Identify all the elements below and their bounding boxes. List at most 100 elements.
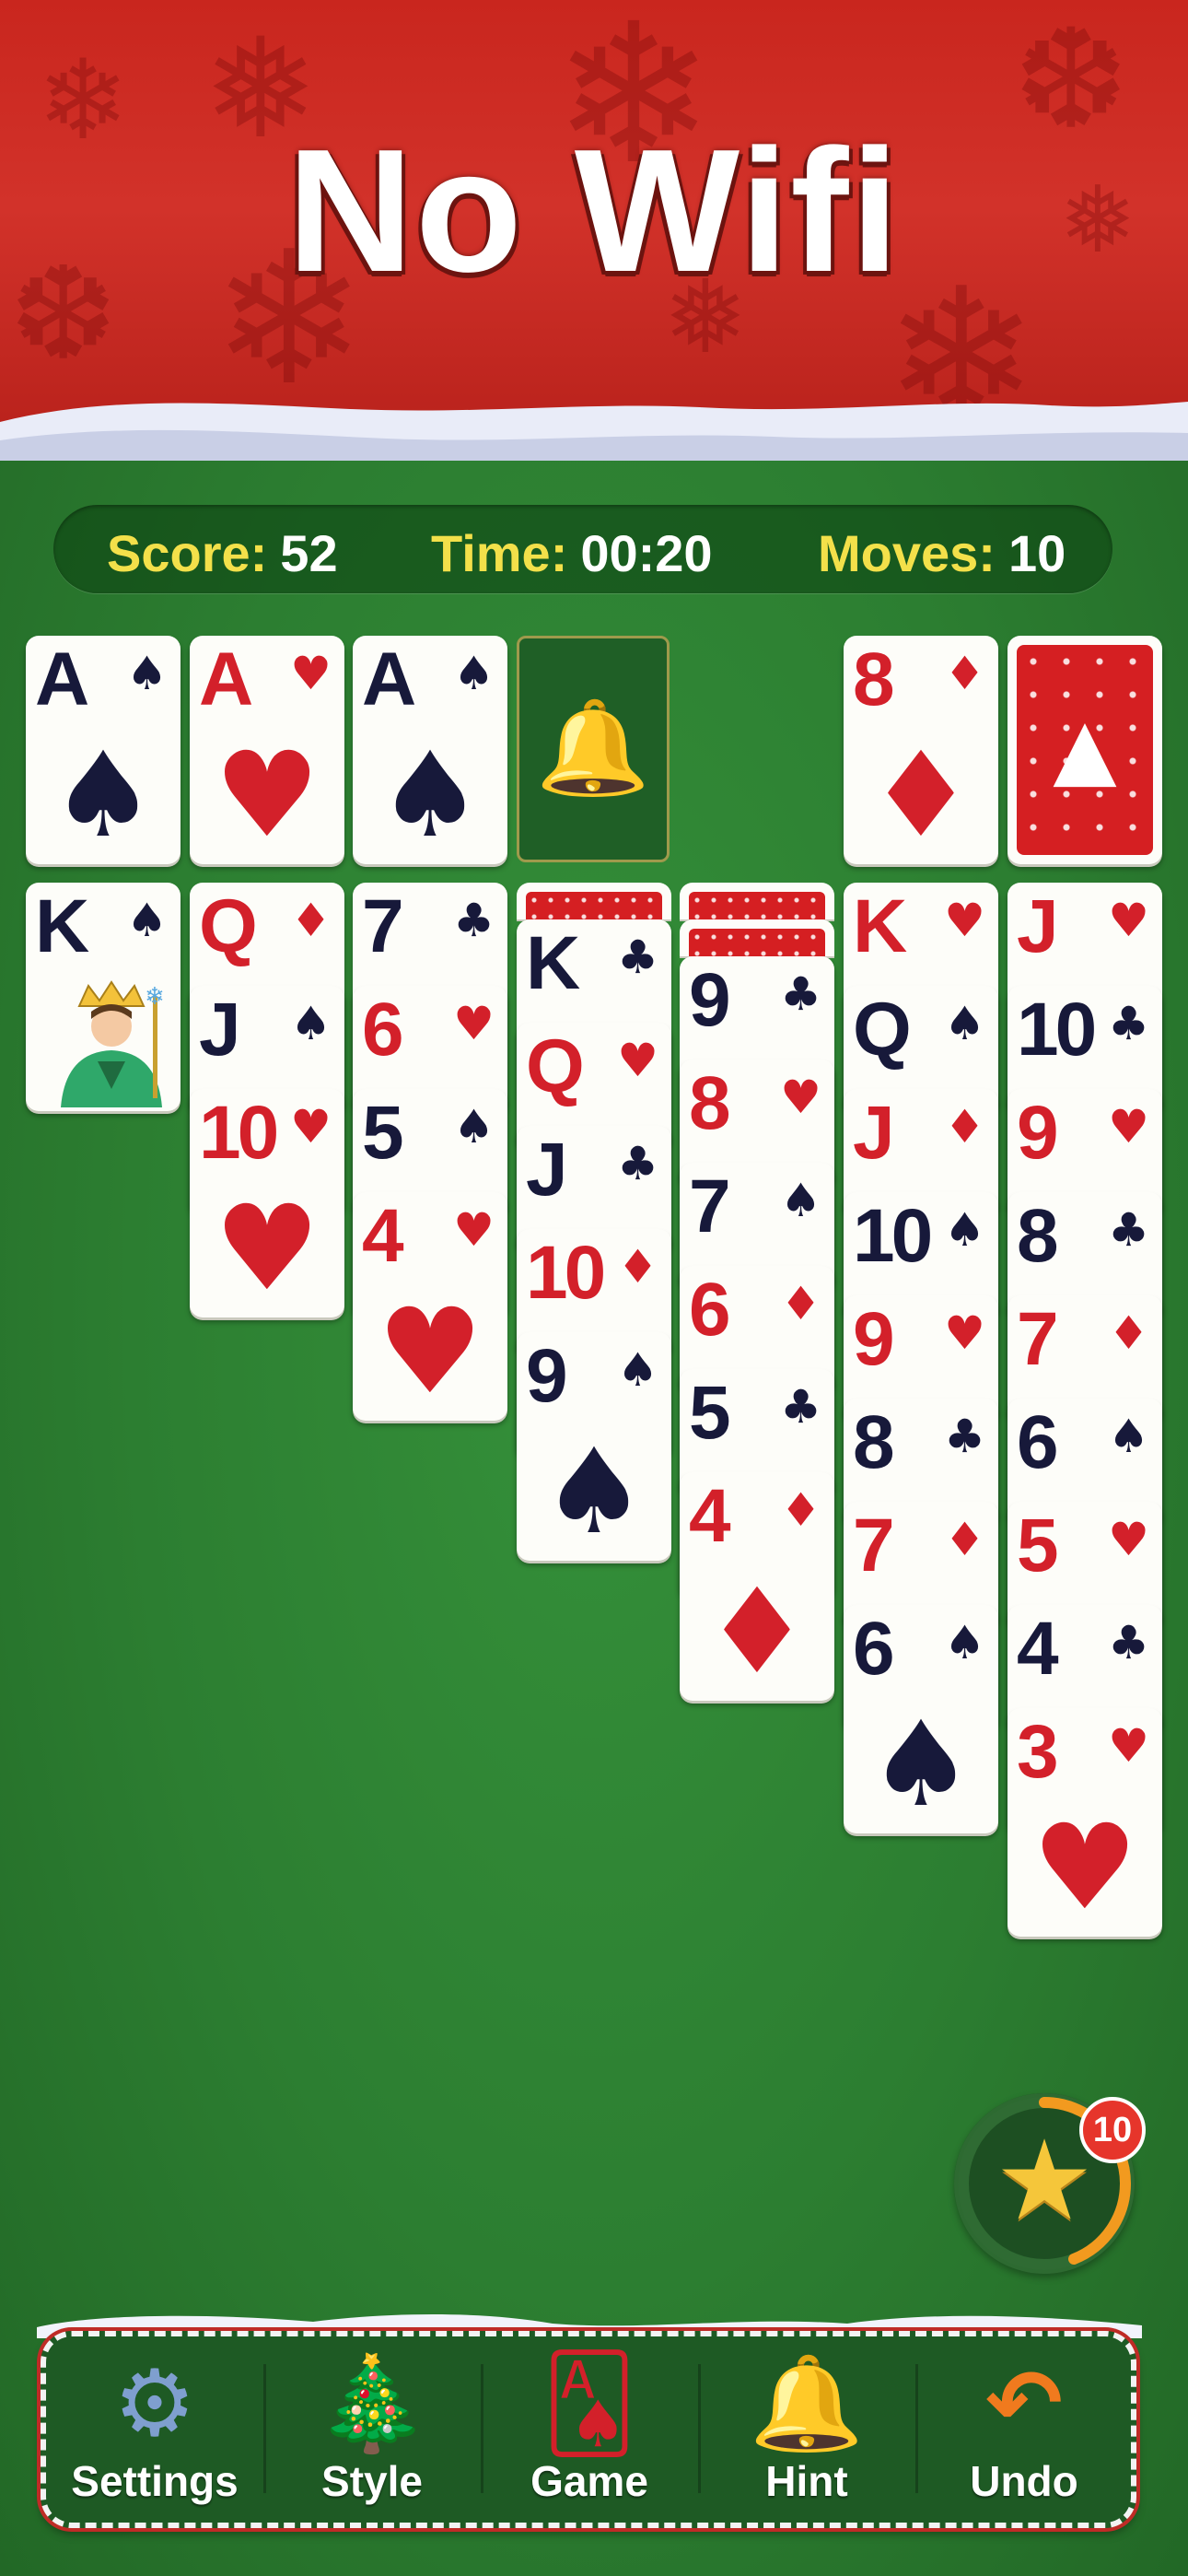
card-rank: 8 <box>1017 1194 1059 1278</box>
card-suit-icon: ♥ <box>453 1203 495 1257</box>
card-suit-icon: ♥ <box>453 997 495 1050</box>
card-suit-icon: ♥ <box>1108 894 1149 947</box>
bottom-toolbar: ⚙ Settings 🎄 Style 🂡 Game 🔔 Hint ↶ Undo <box>41 2331 1136 2528</box>
card-rank: 4 <box>362 1194 404 1278</box>
undo-arrow-icon: ↶ <box>985 2349 1063 2457</box>
moves-stat: Moves: 10 <box>818 523 1066 583</box>
gear-icon: ⚙ <box>113 2349 196 2457</box>
card-rank: J <box>526 1128 568 1212</box>
card-rank: 3 <box>1017 1710 1059 1794</box>
card-rank: 7 <box>1017 1297 1059 1381</box>
card-suit-icon: ♣ <box>780 1380 821 1434</box>
card-rank: K <box>35 884 89 968</box>
card-rank: 6 <box>689 1268 731 1352</box>
card-rank: 6 <box>1017 1400 1059 1484</box>
tableau-card[interactable]: K ♠ ❄ <box>26 883 181 1111</box>
card-suit-icon: ♠ <box>617 1343 658 1397</box>
card-rank: A <box>199 638 253 721</box>
undo-label: Undo <box>970 2457 1078 2505</box>
stats-bar: Score: 52 Time: 00:20 Moves: 10 <box>53 505 1112 593</box>
foundation-card[interactable]: A ♠ ♠ <box>26 636 181 864</box>
card-suit-icon: ♦ <box>944 1100 985 1153</box>
foundation-card[interactable]: A ♥ ♥ <box>190 636 344 864</box>
card-suit-icon: ♣ <box>1108 1203 1149 1257</box>
waste-card[interactable]: 8 ♦ ♦ <box>844 636 998 864</box>
tableau-card[interactable]: 10 ♥ ♥ <box>190 1089 344 1317</box>
undo-button[interactable]: ↶ Undo <box>915 2336 1133 2523</box>
card-suit-icon: ♠ <box>453 1100 495 1153</box>
card-rank: K <box>853 884 907 968</box>
card-suit-icon: ♦ <box>780 1277 821 1330</box>
card-suit-icon: ♣ <box>944 1410 985 1463</box>
card-rank: 8 <box>853 1400 895 1484</box>
king-portrait-icon: ❄ <box>61 980 165 1107</box>
foundation-card[interactable]: A ♠ ♠ <box>353 636 507 864</box>
card-suit-icon: ♦ <box>617 1240 658 1294</box>
card-center-suit-icon: ♦ <box>868 727 974 864</box>
card-rank: 5 <box>1017 1504 1059 1587</box>
card-back-pattern <box>689 929 825 956</box>
game-button[interactable]: 🂡 Game <box>481 2336 698 2523</box>
style-label: Style <box>321 2457 423 2505</box>
card-back-pattern <box>689 892 825 919</box>
card-rank: 9 <box>853 1297 895 1381</box>
card-rank: A <box>362 638 416 721</box>
card-suit-icon: ♣ <box>617 931 658 984</box>
card-rank: Q <box>853 988 912 1071</box>
hint-label: Hint <box>765 2457 848 2505</box>
card-suit-icon: ♥ <box>1108 1719 1149 1773</box>
card-suit-icon: ♠ <box>453 647 495 700</box>
bell-icon: 🔔 <box>535 694 651 802</box>
card-center-suit-icon: ♠ <box>377 727 483 864</box>
card-suit-icon: ♦ <box>1108 1306 1149 1360</box>
card-suit-icon: ♠ <box>944 1203 985 1257</box>
card-suit-icon: ♦ <box>944 1513 985 1566</box>
tableau-card[interactable]: 4 ♥ ♥ <box>353 1192 507 1421</box>
card-rank: 5 <box>362 1091 404 1175</box>
bell-icon: 🔔 <box>749 2349 865 2457</box>
card-rank: Q <box>526 1025 585 1108</box>
card-rank: 10 <box>199 1091 279 1175</box>
card-rank: 5 <box>689 1371 731 1455</box>
tableau-card[interactable]: 4 ♦ ♦ <box>680 1472 834 1701</box>
card-suit-icon: ♣ <box>780 967 821 1021</box>
hint-button[interactable]: 🔔 Hint <box>698 2336 915 2523</box>
card-rank: J <box>1017 884 1059 968</box>
card-center-suit-icon: ♦ <box>704 1563 810 1701</box>
card-suit-icon: ♠ <box>126 894 168 947</box>
card-rank: 9 <box>526 1334 568 1418</box>
card-back-pattern <box>526 892 662 919</box>
card-center-suit-icon: ♥ <box>214 727 320 864</box>
christmas-tree-icon: 🎄 <box>314 2349 430 2457</box>
time-label: Time: <box>431 524 568 582</box>
card-rank: A <box>35 638 89 721</box>
card-rank: 10 <box>1017 988 1097 1071</box>
card-suit-icon: ♠ <box>780 1174 821 1227</box>
card-rank: 6 <box>362 988 404 1071</box>
style-button[interactable]: 🎄 Style <box>263 2336 481 2523</box>
card-rank: 8 <box>853 638 895 721</box>
card-suit-icon: ♣ <box>1108 1616 1149 1669</box>
card-suit-icon: ♠ <box>290 997 332 1050</box>
foundation-slot-empty[interactable]: 🔔 <box>517 636 670 862</box>
moves-value: 10 <box>1007 524 1066 582</box>
card-rank: 6 <box>853 1607 895 1691</box>
tableau-card[interactable]: 6♠♠ <box>844 1605 998 1833</box>
tableau-card[interactable]: 9 ♠ ♠ <box>517 1332 671 1561</box>
card-rank: Q <box>199 884 258 968</box>
christmas-tree-icon: ▲ <box>1053 700 1117 797</box>
settings-button[interactable]: ⚙ Settings <box>46 2336 263 2523</box>
wand-count-badge: 10 <box>1079 2097 1146 2163</box>
card-rank: J <box>199 988 241 1071</box>
cards-icon: 🂡 <box>542 2349 637 2457</box>
card-suit-icon: ♦ <box>290 894 332 947</box>
stock-pile[interactable]: ▲ <box>1007 636 1162 864</box>
score-label: Score: <box>107 524 268 582</box>
card-rank: 4 <box>689 1474 731 1558</box>
card-rank: 7 <box>362 884 404 968</box>
tableau-card[interactable]: 3 ♥ ♥ <box>1007 1708 1162 1937</box>
card-suit-icon: ♥ <box>290 1100 332 1153</box>
card-suit-icon: ♦ <box>780 1483 821 1537</box>
card-suit-icon: ♠ <box>1108 1410 1149 1463</box>
card-suit-icon: ♥ <box>290 647 332 700</box>
